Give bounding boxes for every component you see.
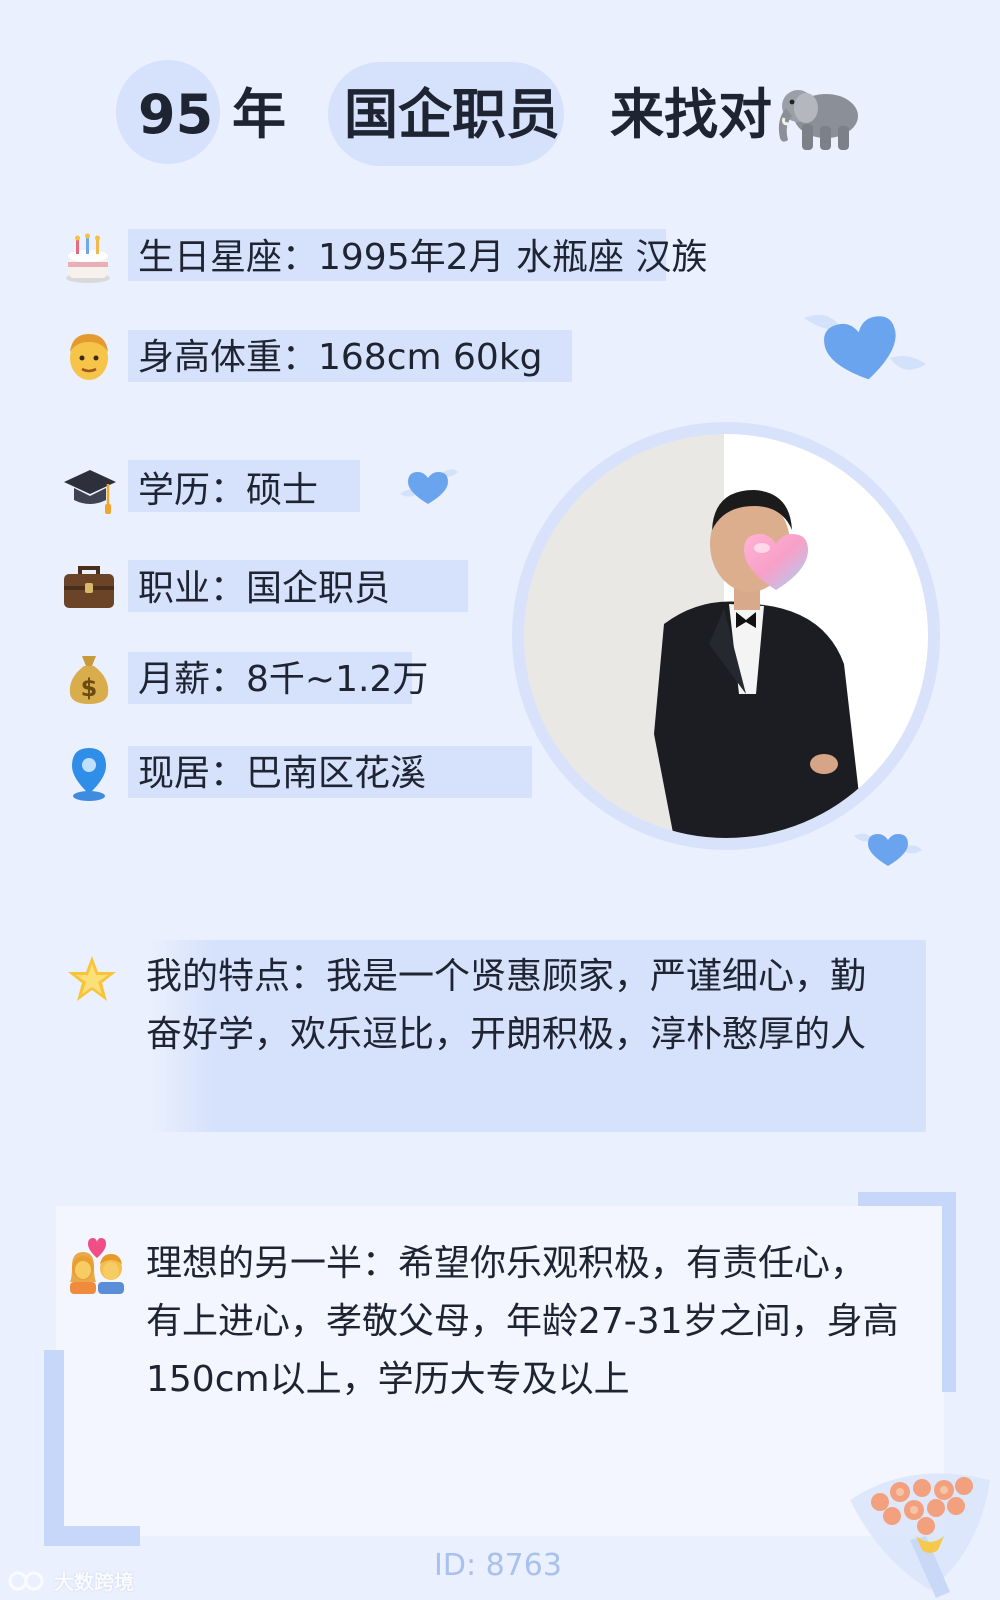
person-figure	[654, 490, 864, 838]
man-face-icon	[70, 334, 108, 380]
age-unit: 年	[232, 83, 286, 146]
profile-id: ID: 8763	[434, 1548, 562, 1583]
education-text: 学历：硕士	[138, 470, 319, 511]
graduation-cap-icon	[64, 470, 116, 514]
salary-text: 月薪：8千~1.2万	[138, 659, 429, 700]
profile-photo	[524, 434, 928, 838]
height-weight-text: 身高体重：168cm 60kg	[138, 337, 543, 378]
ideal-line-3: 150cm以上，学历大专及以上	[146, 1359, 630, 1400]
flower-bouquet-icon	[850, 1473, 990, 1598]
small-heart-icon-2	[854, 833, 922, 866]
winged-heart-icon	[804, 314, 926, 380]
birthday-text: 生日星座：1995年2月 水瓶座 汉族	[138, 237, 708, 278]
cta-text: 来找对	[610, 83, 772, 146]
watermark-logo-icon	[8, 1571, 44, 1590]
traits-line-1: 我的特点：我是一个贤惠顾家，严谨细心，勤	[146, 956, 867, 997]
age-number: 95	[138, 83, 214, 146]
money-bag-icon: $	[69, 656, 109, 704]
small-heart-icon	[400, 469, 458, 504]
briefcase-icon	[64, 566, 114, 608]
occupation-text: 职业：国企职员	[138, 568, 391, 609]
frame-top-right-v	[942, 1192, 956, 1392]
location-pin-icon	[72, 748, 106, 801]
svg-text:$: $	[81, 674, 98, 702]
ideal-line-2: 有上进心，孝敬父母，年龄27-31岁之间，身高	[146, 1301, 899, 1342]
watermark-text: 大数跨境	[54, 1570, 134, 1594]
frame-bottom-left-v	[44, 1350, 64, 1546]
couple-heart-icon	[70, 1238, 124, 1294]
residence-text: 现居：巴南区花溪	[138, 753, 427, 794]
ideal-line-1: 理想的另一半：希望你乐观积极，有责任心，	[146, 1243, 867, 1284]
watermark: 大数跨境	[8, 1566, 134, 1595]
elephant-icon	[778, 90, 858, 150]
traits-line-2: 奋好学，欢乐逗比，开朗积极，淳朴憨厚的人	[146, 1014, 867, 1055]
frame-bottom-left-h	[44, 1526, 140, 1546]
heart-sticker-icon	[744, 534, 808, 590]
job-title: 国企职员	[344, 83, 560, 146]
star-icon	[68, 956, 116, 1001]
cake-icon	[66, 233, 110, 283]
